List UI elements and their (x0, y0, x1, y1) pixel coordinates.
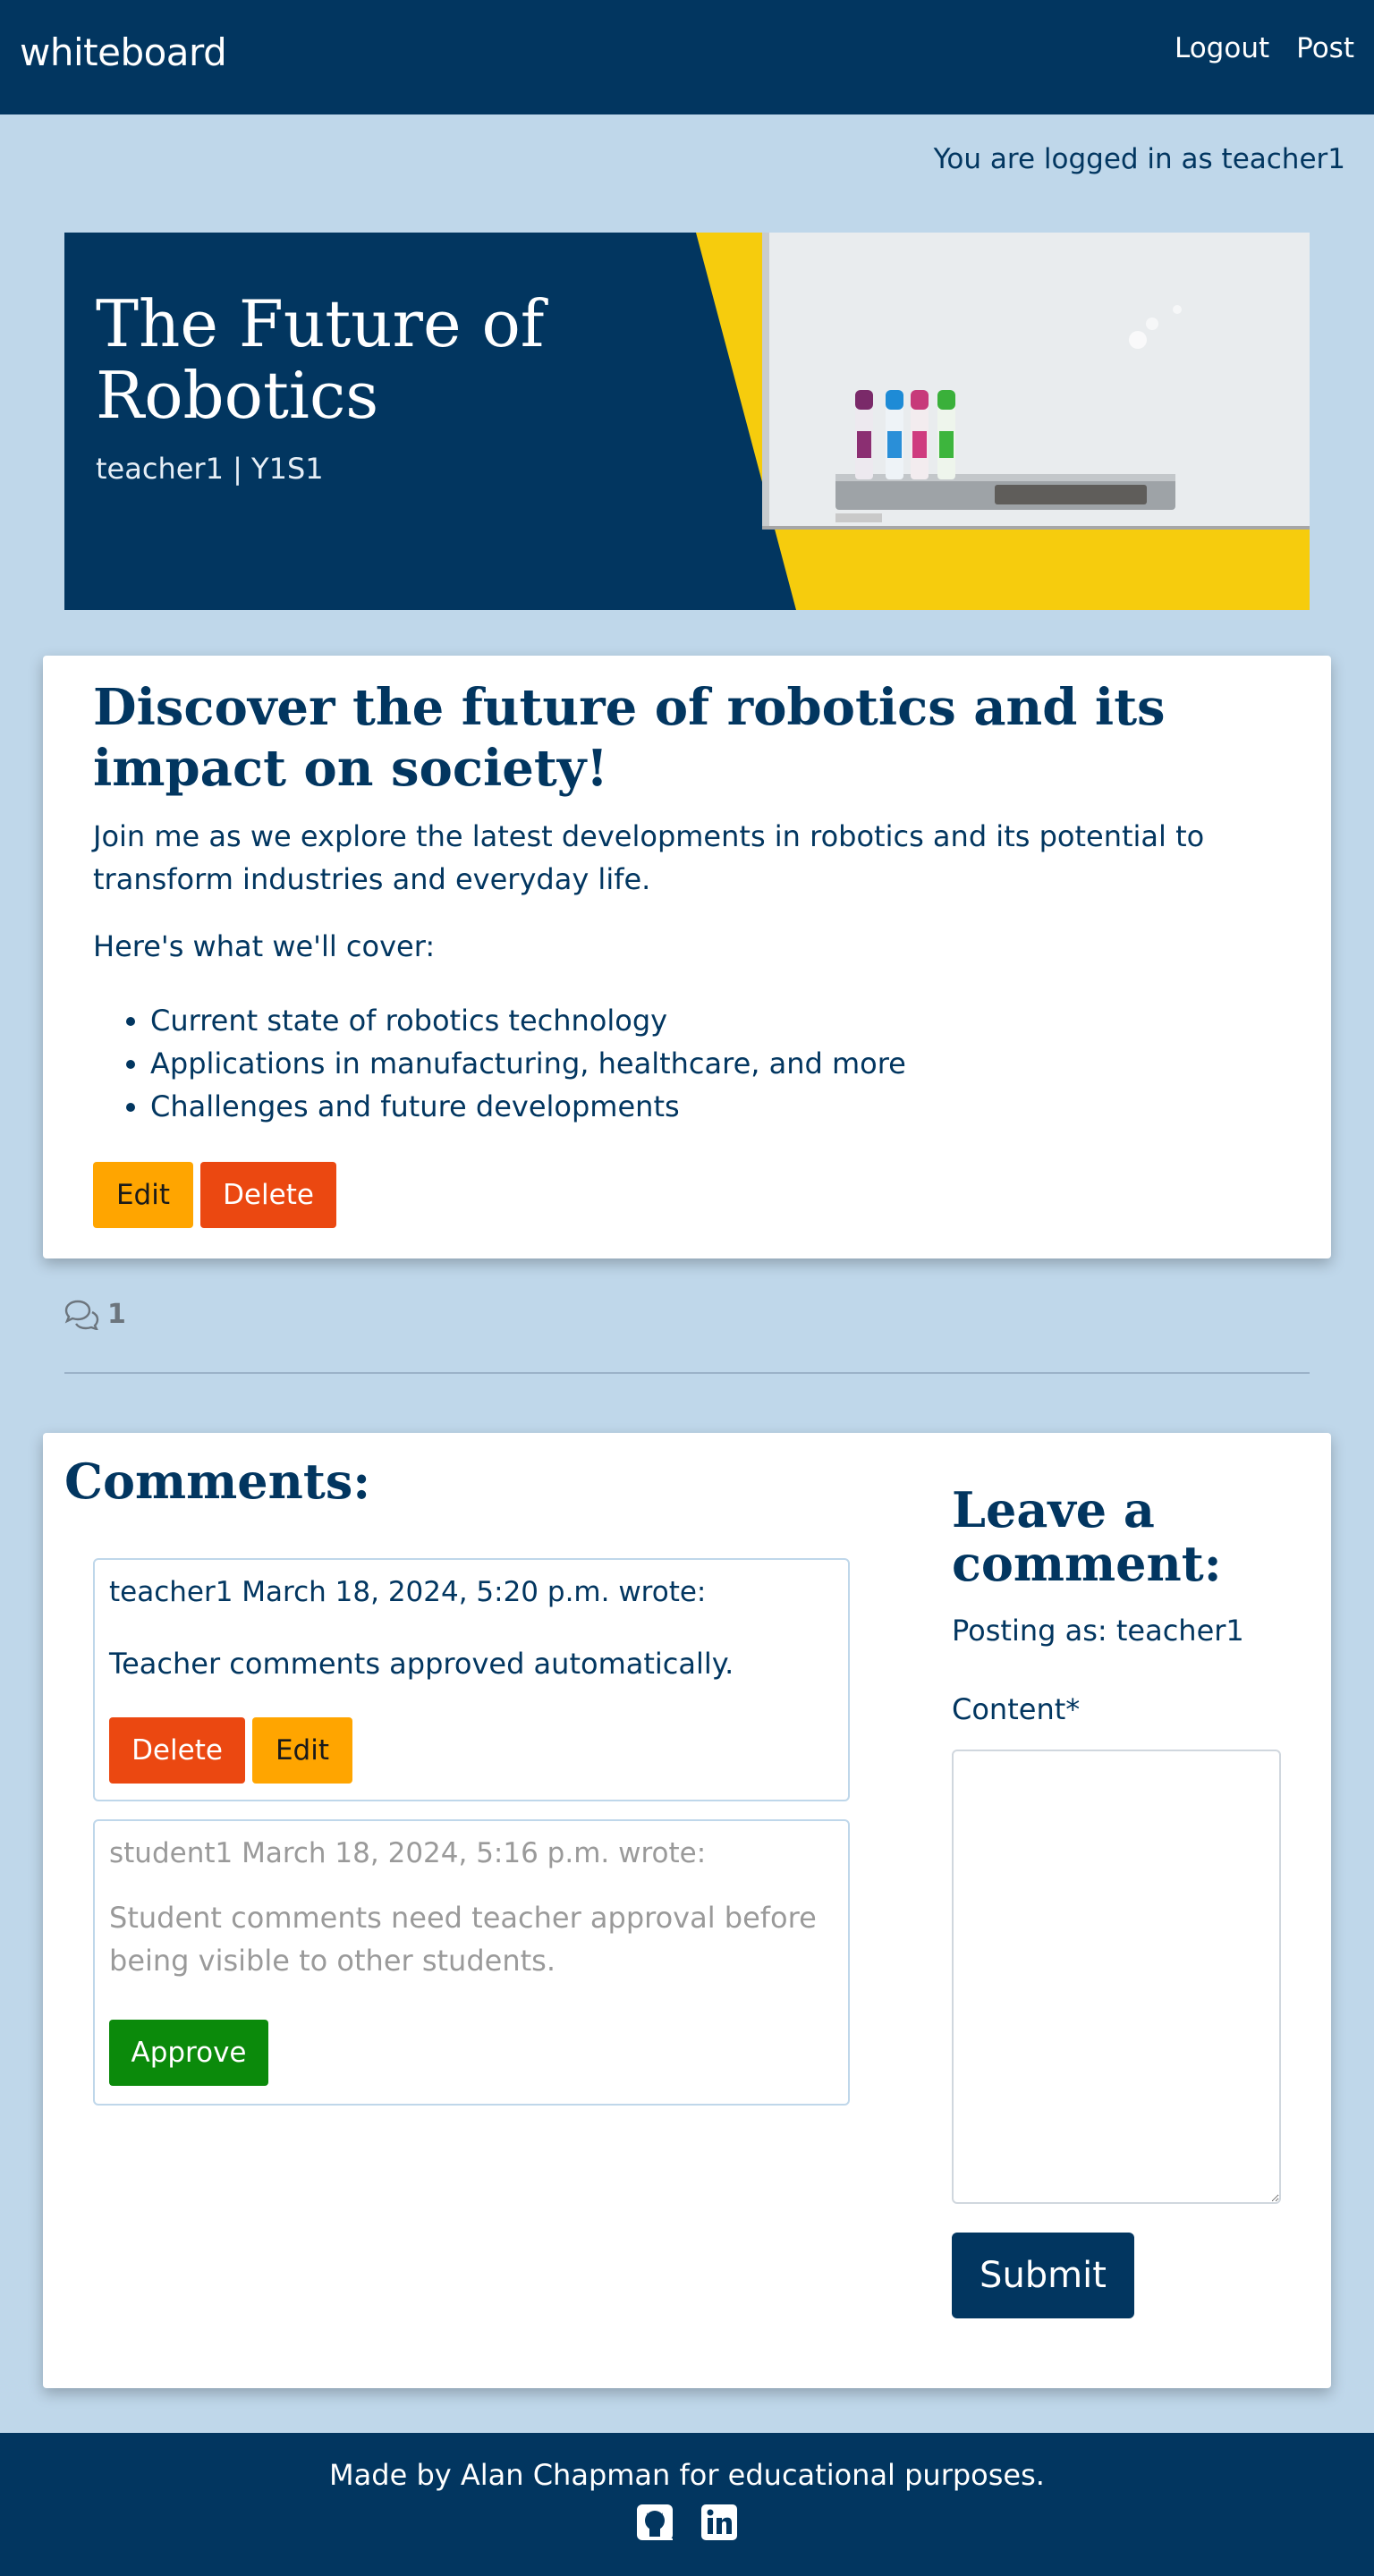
divider (64, 1372, 1310, 1374)
comment-actions: Approve (109, 2020, 268, 2086)
delete-post-button[interactable]: Delete (200, 1162, 336, 1228)
submit-button[interactable]: Submit (952, 2233, 1134, 2318)
edit-post-button[interactable]: Edit (93, 1162, 193, 1228)
comment-header: teacher1 March 18, 2024, 5:20 p.m. wrote… (109, 1576, 707, 1608)
comment-content-input[interactable] (952, 1750, 1281, 2204)
navbar: whiteboard Logout Post (0, 0, 1374, 114)
linkedin-icon[interactable] (700, 2503, 739, 2542)
comment-item: teacher1 March 18, 2024, 5:20 p.m. wrote… (93, 1558, 850, 1801)
post-intro: Join me as we explore the latest develop… (93, 819, 1205, 896)
comment-count-value: 1 (107, 1299, 126, 1330)
logged-in-status: You are logged in as teacher1 (933, 143, 1345, 175)
hero-title: The Future of Robotics (96, 286, 545, 433)
content-label: Content* (952, 1692, 1081, 1726)
brand-logo[interactable]: whiteboard (20, 30, 227, 74)
github-icon[interactable] (635, 2503, 674, 2542)
post-link[interactable]: Post (1296, 32, 1354, 64)
edit-comment-button[interactable]: Edit (252, 1717, 352, 1784)
comments-icon (64, 1300, 99, 1330)
comment-form-title: Leave a comment: (952, 1481, 1222, 1592)
hero-meta: teacher1 | Y1S1 (96, 452, 324, 486)
list-item: Applications in manufacturing, healthcar… (150, 1042, 906, 1085)
comment-body: Teacher comments approved automatically. (109, 1647, 734, 1681)
comment-actions: Delete Edit (109, 1717, 352, 1784)
hero-banner: The Future of Robotics teacher1 | Y1S1 (64, 233, 1310, 610)
comments-title: Comments: (64, 1453, 371, 1510)
logout-link[interactable]: Logout (1175, 32, 1269, 64)
posting-as-text: Posting as: teacher1 (952, 1614, 1244, 1648)
comments-section: Comments: teacher1 March 18, 2024, 5:20 … (43, 1433, 1331, 2388)
post-actions: Edit Delete (93, 1162, 336, 1228)
footer-text: Made by Alan Chapman for educational pur… (329, 2458, 1045, 2492)
post-heading: Discover the future of robotics and its … (93, 678, 1166, 798)
nav-links: Logout Post (1175, 32, 1354, 64)
list-item: Current state of robotics technology (150, 999, 906, 1042)
comment-header: student1 March 18, 2024, 5:16 p.m. wrote… (109, 1837, 707, 1869)
list-item: Challenges and future developments (150, 1085, 906, 1128)
approve-comment-button[interactable]: Approve (109, 2020, 268, 2086)
social-links (0, 2503, 1374, 2542)
post-cover-label: Here's what we'll cover: (93, 929, 436, 963)
comment-body: Student comments need teacher approval b… (109, 1901, 817, 1978)
topic-list: Current state of robotics technology App… (150, 999, 906, 1128)
comment-item-pending: student1 March 18, 2024, 5:16 p.m. wrote… (93, 1819, 850, 2106)
post-card: Discover the future of robotics and its … (43, 656, 1331, 1258)
delete-comment-button[interactable]: Delete (109, 1717, 245, 1784)
comment-count: 1 (63, 1299, 126, 1330)
footer: Made by Alan Chapman for educational pur… (0, 2433, 1374, 2576)
